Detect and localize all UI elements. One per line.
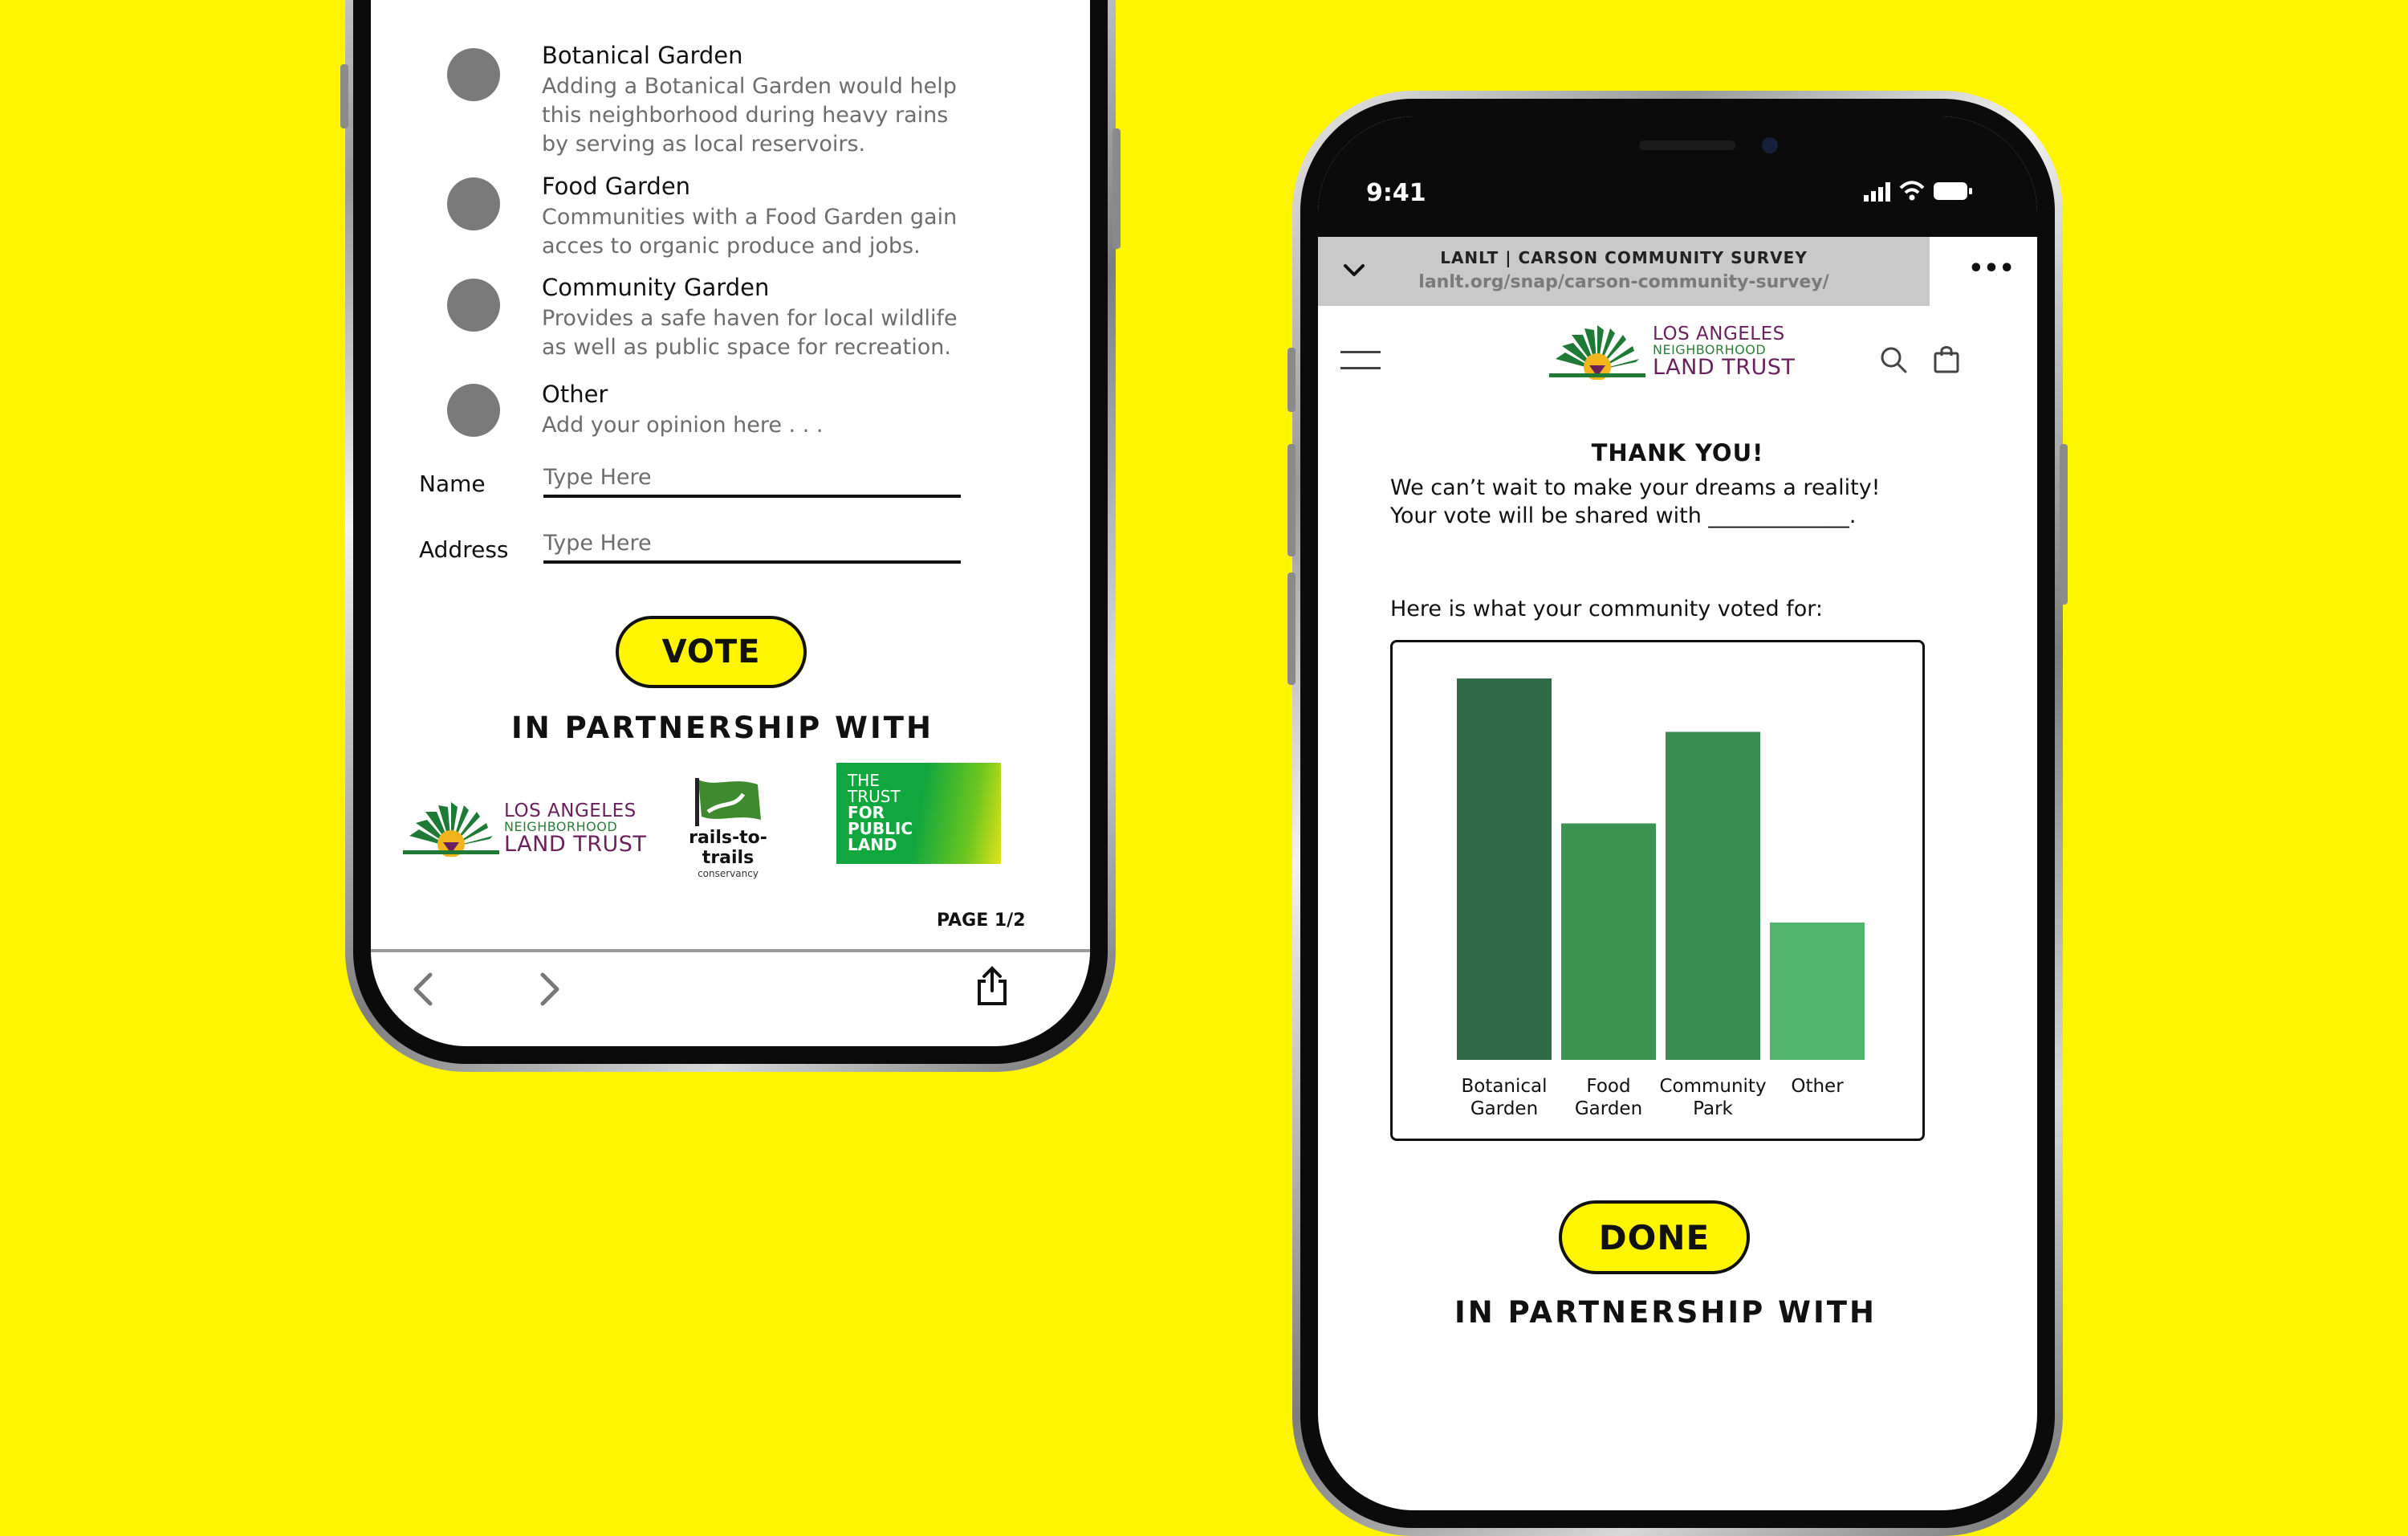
option-title: Community Garden [542, 274, 770, 301]
partner-heading: IN PARTNERSHIP WITH [1454, 1295, 1877, 1330]
battery-icon [1934, 182, 1972, 200]
phone-side-button [340, 64, 348, 128]
option-title: Food Garden [542, 173, 691, 200]
option-desc-line: as well as public space for recreation. [542, 335, 951, 360]
radio-community-garden[interactable] [447, 279, 500, 332]
address-field[interactable] [543, 525, 961, 564]
phone-side-button [1287, 572, 1296, 685]
option-description: Provides a safe haven for local wildlife… [542, 304, 958, 362]
lanlt-logo: LOS ANGELES NEIGHBORHOOD LAND TRUST [403, 801, 646, 857]
chart-intro: Here is what your community voted for: [1390, 597, 1823, 621]
phone-bezel: Botanical Garden Adding a Botanical Gard… [353, 0, 1108, 1064]
status-bar: 9:41 [1318, 116, 2037, 237]
radio-botanical-garden[interactable] [447, 48, 500, 101]
url-text[interactable]: lanlt.org/snap/carson-community-survey/ [1318, 272, 1930, 292]
partner-heading: IN PARTNERSHIP WITH [511, 711, 934, 745]
tpl-line: TRUST [848, 787, 901, 806]
option-desc-line: by serving as local reservoirs. [542, 132, 866, 157]
address-label: Address [419, 536, 509, 563]
signal-icon [1864, 182, 1890, 202]
share-line: Your vote will be shared with __________… [1390, 503, 1857, 528]
browser-toolbar [371, 949, 1090, 1025]
phone-bezel: 9:41 LANLT | CARSON COMMUNITY SURVEY lan… [1300, 99, 2055, 1528]
chart-category-label: Community Park [1659, 1076, 1766, 1119]
shopping-bag-icon[interactable] [1933, 344, 1960, 373]
option-desc-line: Communities with a Food Garden gain [542, 205, 958, 230]
survey-screen: Botanical Garden Adding a Botanical Gard… [371, 0, 1090, 1046]
option-description: Communities with a Food Garden gain acce… [542, 203, 957, 261]
option-title: Botanical Garden [542, 42, 743, 69]
rails-to-trails-flag-icon [695, 778, 761, 826]
option-food-garden[interactable]: Food Garden Communities with a Food Gard… [447, 173, 957, 259]
phone-notch [1539, 116, 1836, 174]
option-botanical-garden[interactable]: Botanical Garden Adding a Botanical Gard… [447, 42, 957, 157]
lanlt-line: LOS ANGELES [504, 801, 637, 821]
rails-to-trails-logo: rails-to-trails conservancy [672, 776, 784, 879]
option-desc-line: this neighborhood during heavy rains [542, 103, 949, 128]
name-field[interactable] [543, 459, 961, 498]
radio-other[interactable] [447, 384, 500, 437]
option-description: Add your opinion here . . . [542, 411, 823, 440]
url-bar[interactable]: LANLT | CARSON COMMUNITY SURVEY lanlt.or… [1318, 237, 1930, 306]
more-icon[interactable]: ••• [1930, 255, 2037, 283]
page-title: LANLT | CARSON COMMUNITY SURVEY [1440, 248, 1808, 267]
chart-category-label: Other [1791, 1076, 1844, 1097]
hamburger-menu-icon[interactable] [1340, 349, 1381, 372]
option-desc-line: Provides a safe haven for local wildlife [542, 306, 958, 331]
phone-side-button [2060, 444, 2068, 605]
lanlt-wordmark: LOS ANGELES NEIGHBORHOOD LAND TRUST [504, 801, 647, 857]
results-screen: 9:41 LANLT | CARSON COMMUNITY SURVEY lan… [1318, 116, 2037, 1510]
tpl-line: LAND [848, 835, 897, 854]
phone-side-button [1287, 348, 1296, 412]
rails-sub: conservancy [698, 868, 759, 879]
vote-button[interactable]: VOTE [616, 616, 807, 688]
results-chart: Botanical Garden Food Garden Community Park Ot… [1390, 640, 1925, 1141]
chart-bar [1666, 731, 1760, 1060]
results-chart-svg: Botanical Garden Food Garden Community Park Ot… [1457, 678, 1865, 1119]
page-indicator: PAGE 1/2 [937, 911, 1026, 931]
radio-food-garden[interactable] [447, 177, 500, 230]
tpl-line: PUBLIC [848, 819, 913, 838]
trust-for-public-land-logo: THE TRUST FOR PUBLIC LAND [836, 763, 1001, 864]
phone-left: Botanical Garden Adding a Botanical Gard… [340, 0, 1121, 1072]
lanlt-sunburst-icon [403, 802, 499, 857]
option-other[interactable]: Other Add your opinion here . . . [447, 381, 929, 445]
option-description: Adding a Botanical Garden would help thi… [542, 72, 957, 159]
wifi-icon [1899, 181, 1925, 201]
thank-you-title: THANK YOU! [1591, 439, 1764, 467]
phone-side-button [1112, 128, 1121, 249]
status-time: 9:41 [1366, 179, 1426, 207]
chevron-left-icon[interactable] [411, 972, 435, 1007]
camera-icon [1762, 137, 1778, 153]
thank-you-line: We can’t wait to make your dreams a real… [1390, 475, 1881, 500]
more-options-button[interactable]: ••• [1930, 237, 2037, 306]
rails-name: rails-to-trails [689, 828, 767, 868]
speaker-grille [1639, 141, 1735, 150]
chart-bar [1457, 678, 1552, 1060]
lanlt-line: LAND TRUST [1653, 355, 1796, 380]
option-desc-line: Adding a Botanical Garden would help [542, 74, 957, 99]
done-button[interactable]: DONE [1559, 1200, 1750, 1274]
phone-right: 9:41 LANLT | CARSON COMMUNITY SURVEY lan… [1287, 91, 2068, 1536]
chart-category-label: Botanical Garden [1461, 1076, 1547, 1119]
tpl-line: FOR [848, 803, 885, 822]
name-label: Name [419, 471, 486, 497]
chart-bar [1561, 823, 1656, 1060]
chart-bar [1770, 923, 1865, 1060]
option-desc-line: Add your opinion here . . . [542, 413, 824, 438]
lanlt-wordmark: LOS ANGELES NEIGHBORHOOD LAND TRUST [1653, 324, 1796, 380]
lanlt-sunburst-icon [1549, 325, 1645, 380]
option-community-garden[interactable]: Community Garden Provides a safe haven f… [447, 274, 958, 360]
chart-category-label: Food Garden [1575, 1076, 1642, 1119]
share-icon[interactable] [974, 965, 1010, 1007]
tpl-line: THE [848, 771, 880, 790]
option-desc-line: acces to organic produce and jobs. [542, 234, 921, 259]
lanlt-line: LOS ANGELES [1653, 324, 1785, 344]
search-icon[interactable] [1880, 346, 1907, 373]
site-logo[interactable]: LOS ANGELES NEIGHBORHOOD LAND TRUST [1547, 324, 1795, 380]
lanlt-line: LAND TRUST [504, 832, 647, 857]
chevron-right-icon[interactable] [538, 972, 562, 1007]
phone-side-button [1287, 444, 1296, 556]
option-title: Other [542, 381, 608, 408]
